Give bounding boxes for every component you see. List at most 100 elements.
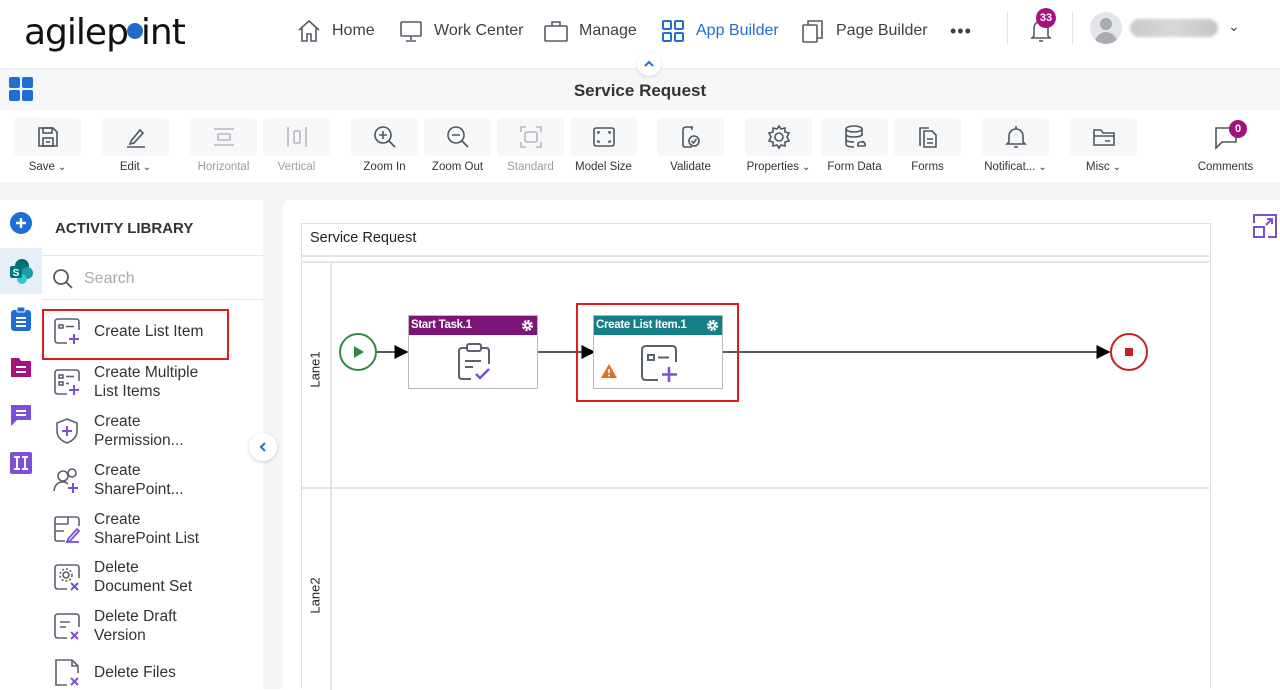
validate-icon [681, 126, 700, 148]
collapse-library-button[interactable] [249, 433, 277, 461]
nav-divider [1072, 12, 1073, 44]
toolbar: Save ⌄ Edit ⌄ Horizontal Vertical Zoom In … [0, 110, 1280, 182]
avatar-body [1095, 32, 1117, 44]
model-size-button[interactable]: Model Size [570, 118, 637, 173]
node-start-task[interactable]: Start Task.1 [408, 315, 538, 389]
home-icon [298, 19, 320, 42]
nav-home[interactable]: Home [296, 16, 375, 46]
logo-dot [126, 23, 143, 39]
task-clipboard-check-icon [458, 343, 490, 380]
rail-sharepoint[interactable]: S [0, 248, 42, 294]
more-menu-button[interactable]: ••• [950, 16, 972, 46]
start-event[interactable] [339, 333, 377, 371]
collapse-header-button[interactable] [637, 52, 661, 76]
search-icon [53, 269, 73, 289]
properties-button[interactable]: Properties ⌄ [745, 118, 812, 173]
edit-icon [126, 128, 145, 148]
avatar-head [1100, 18, 1112, 30]
briefcase-icon [544, 21, 568, 42]
warning-icon[interactable] [600, 363, 618, 379]
monitor-icon [400, 21, 422, 42]
forms-icon [918, 127, 937, 148]
chat-icon [11, 405, 31, 426]
agilepoint-logo[interactable]: agilep int [24, 12, 186, 53]
clipboard-icon [11, 306, 31, 331]
bell-icon [1004, 126, 1027, 148]
rail-add-activity[interactable] [0, 200, 42, 246]
user-avatar[interactable] [1090, 12, 1122, 44]
comments-button[interactable]: Comments 0 [1192, 118, 1259, 173]
model-size-icon [592, 127, 615, 147]
create-list-item-icon [641, 345, 677, 382]
chevron-up-icon [644, 60, 654, 67]
rail-integration[interactable] [0, 440, 42, 486]
activity-delete-document-set[interactable]: Delete Document Set [52, 558, 257, 596]
create-list-item-icon [54, 318, 80, 344]
chevron-down-icon: ⌄ [142, 161, 152, 173]
draft-delete-icon [54, 613, 80, 640]
play-icon [354, 346, 364, 358]
activity-delete-files[interactable]: Delete Files [52, 657, 257, 687]
edit-button[interactable]: Edit ⌄ [102, 118, 169, 173]
save-button[interactable]: Save ⌄ [14, 118, 81, 173]
stop-icon [1125, 348, 1133, 356]
vertical-icon [286, 127, 307, 147]
forms-button[interactable]: Forms [894, 118, 961, 173]
lane-label-lane2[interactable]: Lane2 [308, 577, 323, 613]
pool-header-divider [302, 255, 1209, 257]
pool-service-request[interactable]: Service Request Lane1 Lane2 [301, 223, 1211, 690]
zoom-out-button[interactable]: Zoom Out [424, 118, 491, 173]
chevron-left-icon [259, 442, 266, 452]
notifications-menu-button[interactable]: Notificat... ⌄ [982, 118, 1049, 173]
activity-create-multiple-list-items[interactable]: Create Multiple List Items [52, 363, 257, 401]
pages-icon [802, 20, 823, 43]
sharepoint-icon: S [10, 259, 33, 284]
rail-forms[interactable] [0, 344, 42, 390]
activity-search-input[interactable] [84, 270, 234, 288]
gear-icon[interactable] [706, 319, 719, 332]
svg-text:S: S [13, 268, 20, 279]
expand-icon [1253, 214, 1277, 238]
activity-create-permission[interactable]: Create Permission... [52, 412, 257, 450]
nav-manage[interactable]: Manage [543, 16, 637, 46]
activity-delete-draft-version[interactable]: Delete Draft Version [52, 607, 257, 645]
zoom-in-button[interactable]: Zoom In [351, 118, 418, 173]
rail-communication[interactable] [0, 392, 42, 438]
standard-button[interactable]: Standard [497, 118, 564, 173]
validate-button[interactable]: Validate [657, 118, 724, 173]
integration-icon [10, 452, 32, 474]
horizontal-icon [213, 128, 234, 146]
nav-app-builder[interactable]: App Builder [660, 16, 779, 46]
form-folder-icon [11, 358, 31, 377]
node-create-list-item[interactable]: Create List Item.1 [593, 315, 723, 389]
misc-button[interactable]: Misc ⌄ [1070, 118, 1137, 173]
vertical-button[interactable]: Vertical [263, 118, 330, 173]
notifications-button[interactable]: 33 [1028, 8, 1056, 49]
activity-create-sharepoint-list[interactable]: Create SharePoint List [52, 510, 257, 548]
file-delete-icon [55, 659, 79, 686]
activity-library-panel: ACTIVITY LIBRARY Create List Item Create… [42, 200, 263, 689]
horizontal-button[interactable]: Horizontal [190, 118, 257, 173]
save-icon [37, 127, 58, 147]
lane-label-lane1[interactable]: Lane1 [308, 351, 323, 387]
expand-canvas-button[interactable] [1252, 213, 1278, 244]
form-data-button[interactable]: Form Data [821, 118, 888, 173]
rail-tasks[interactable] [0, 296, 42, 342]
end-event[interactable] [1110, 333, 1148, 371]
lane-header-divider [330, 262, 332, 690]
app-grid-icon [662, 20, 684, 42]
activity-library-title: ACTIVITY LIBRARY [55, 220, 194, 237]
nav-page-builder[interactable]: Page Builder [800, 16, 928, 46]
notifications-badge: 33 [1036, 8, 1056, 28]
nav-work-center[interactable]: Work Center [398, 16, 524, 46]
activity-create-sharepoint-group[interactable]: Create SharePoint... [52, 461, 257, 499]
activity-create-list-item[interactable]: Create List Item [42, 309, 257, 360]
plus-circle-icon [10, 212, 32, 234]
gear-icon[interactable] [521, 319, 534, 332]
chevron-down-icon: ⌄ [802, 161, 811, 173]
folder-icon [1092, 129, 1115, 146]
user-menu-chevron-icon[interactable]: ⌄ [1228, 18, 1240, 35]
activity-search [52, 266, 252, 292]
activity-category-rail: S [0, 200, 42, 689]
shield-plus-icon [56, 418, 78, 444]
